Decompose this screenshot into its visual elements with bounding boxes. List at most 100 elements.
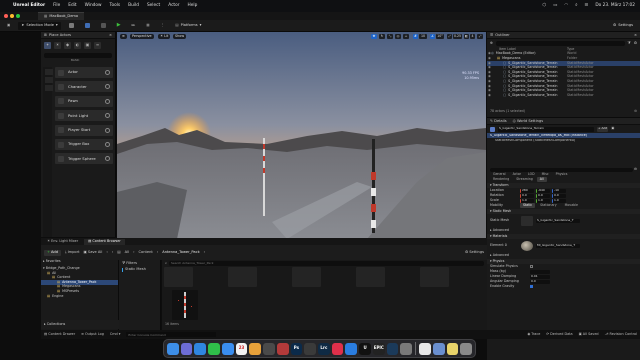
mode-visual-icon[interactable]: ◐ [74,42,81,49]
mode-lights-icon[interactable]: ☀ [54,42,61,49]
asset-search-input[interactable] [169,260,484,266]
material-thumbnail[interactable] [521,241,533,251]
calendar-icon[interactable]: 23 [235,342,248,355]
camera-speed-icon[interactable]: ◧ [464,34,469,39]
scale-z-field[interactable]: 1.0 [552,198,566,203]
location-y-field[interactable]: -640 [536,188,550,193]
info-icon[interactable] [105,70,110,75]
menu-build[interactable]: Build [128,3,139,9]
stop-button[interactable]: ■ [143,22,152,30]
place-actor-item[interactable]: Point Light [55,110,113,122]
asset-tile[interactable] [420,267,449,287]
world-space-icon[interactable]: ◎ [395,34,401,39]
close-icon[interactable]: × [109,33,112,37]
menu-select[interactable]: Select [147,3,160,9]
unreal-icon[interactable]: U [359,342,371,355]
wifi-icon[interactable]: ◠ [564,3,568,9]
whatsapp-icon[interactable] [208,342,220,355]
show-dropdown[interactable]: Show [173,34,187,39]
dropbox-icon[interactable]: ⬡ [543,3,547,9]
category-tab[interactable] [45,85,53,91]
rotation-y-field[interactable]: 0.0 [536,193,550,198]
menu-edit[interactable]: Edit [68,3,76,9]
view-mode-dropdown[interactable]: ☀ Lit [158,34,171,39]
rotation-snap-icon[interactable]: ∠ [430,34,435,39]
static-mesh-picker[interactable]: S_Gigantic_Sandstone_T [536,219,580,223]
location-z-field[interactable]: -10 [552,188,566,193]
bridge-icon[interactable] [386,342,399,355]
filter-chip[interactable]: Static Mesh [119,267,160,272]
launchpad-icon[interactable] [180,342,193,355]
subtab-physics[interactable]: Physics [553,172,571,177]
place-actor-item[interactable]: Actor [55,67,113,78]
play-options-icon[interactable]: ⋮ [158,22,168,30]
info-icon[interactable] [105,127,110,133]
import-button[interactable]: ⤓ Import [65,250,80,254]
scale-y-field[interactable]: 1.0 [536,198,550,203]
rotation-x-field[interactable]: 0.0 [520,193,534,198]
folder-tree-item[interactable]: ▤ Engine [41,294,118,299]
appstore-icon[interactable] [345,342,358,355]
add-button[interactable]: + Add [44,249,61,256]
world-settings-tab[interactable]: ◎ World Settings [513,119,543,123]
static-mesh-thumbnail[interactable] [521,216,533,226]
play-button[interactable]: ▶ [114,22,124,30]
all-saved-button[interactable]: ▣ All Saved [579,332,599,337]
add-actor-icon[interactable]: ⊕ [490,41,493,45]
photoshop-icon[interactable]: Ps [290,342,303,355]
back-icon[interactable]: ‹ [106,250,107,254]
skip-button[interactable]: ▸▸ [129,22,139,30]
selection-mode-dropdown[interactable]: ➤ Selection Mode ▾ [18,21,61,30]
maximize-viewport-icon[interactable]: ⤢ [477,34,483,39]
close-window-icon[interactable] [4,14,8,18]
menu-help[interactable]: Help [188,3,198,9]
breadcrumb-all[interactable]: All [125,250,129,254]
info-icon[interactable] [105,156,110,162]
details-search-input[interactable] [490,167,634,172]
mobility-movable[interactable]: Movable [562,203,581,208]
tab-env-light-mixer[interactable]: ☀ Env. Light Mixer [43,239,82,245]
info-icon[interactable] [105,142,110,147]
add-component-button[interactable]: + Add [597,126,609,132]
platforms-dropdown[interactable]: ▤ Platforms ▾ [172,22,204,30]
breadcrumb-content[interactable]: Content [139,250,153,254]
settings-icon[interactable] [400,342,413,355]
advanced-row[interactable]: ▸ Advanced [487,228,640,233]
files-icon[interactable] [263,342,275,355]
scale-snap-value[interactable]: 0.25 [453,34,462,39]
control-center-icon[interactable]: ☰ [585,3,589,9]
cinematics-icon[interactable] [98,22,109,30]
output-log-button[interactable]: ≡ Output Log [81,332,104,337]
favorites-header[interactable]: ▸ Favorites [41,260,118,265]
asset-tile[interactable] [356,267,385,287]
mode-all-icon[interactable]: ≡ [94,42,101,49]
settings-button[interactable]: ⚙ Settings [610,22,636,30]
derived-data-button[interactable]: ⟳ Derived Data [546,332,572,337]
visibility-icon[interactable]: ◉ [488,93,491,98]
forward-icon[interactable]: › [112,250,113,254]
zoom-window-icon[interactable] [16,14,20,18]
grid-snap-value[interactable]: 10 [419,34,427,39]
collections-header[interactable]: ▸ Collections [41,320,119,329]
actor-name-field[interactable]: S_Gigantic_Sandstone_Terrain [498,126,594,132]
info-icon[interactable] [105,84,110,90]
content-drawer-button[interactable]: ▤ Content Drawer [44,332,75,337]
preview-icon[interactable] [432,342,445,355]
place-actor-item[interactable]: Character [55,81,113,93]
tab-content-browser[interactable]: ▤ Content Browser [84,238,125,245]
lightroom-icon[interactable]: Lrc [318,342,330,355]
category-tab[interactable] [45,69,53,75]
outliner-search-input[interactable] [496,40,625,46]
rotation-snap-value[interactable]: 10° [436,34,444,39]
subtab-all[interactable]: All [536,177,547,182]
camera-speed-value[interactable]: 4 [470,34,475,39]
select-tool-icon[interactable]: ✥ [371,34,377,39]
breadcrumb-antenna[interactable]: Antenna_Tower_Pack [162,250,199,254]
finalcut-icon[interactable] [304,342,317,355]
revision-control-button[interactable]: ⎇ Revision Control [605,332,637,337]
blueprint-icon[interactable]: ▣ [611,126,614,131]
mobility-stationary[interactable]: Stationary [537,203,559,208]
safari-icon[interactable] [194,342,207,355]
subtab-rendering[interactable]: Rendering [490,177,512,182]
outliner-row[interactable]: ◉ ▢ S_Gigantic_Sandstone_Terrain StaticMesh… [487,93,640,98]
